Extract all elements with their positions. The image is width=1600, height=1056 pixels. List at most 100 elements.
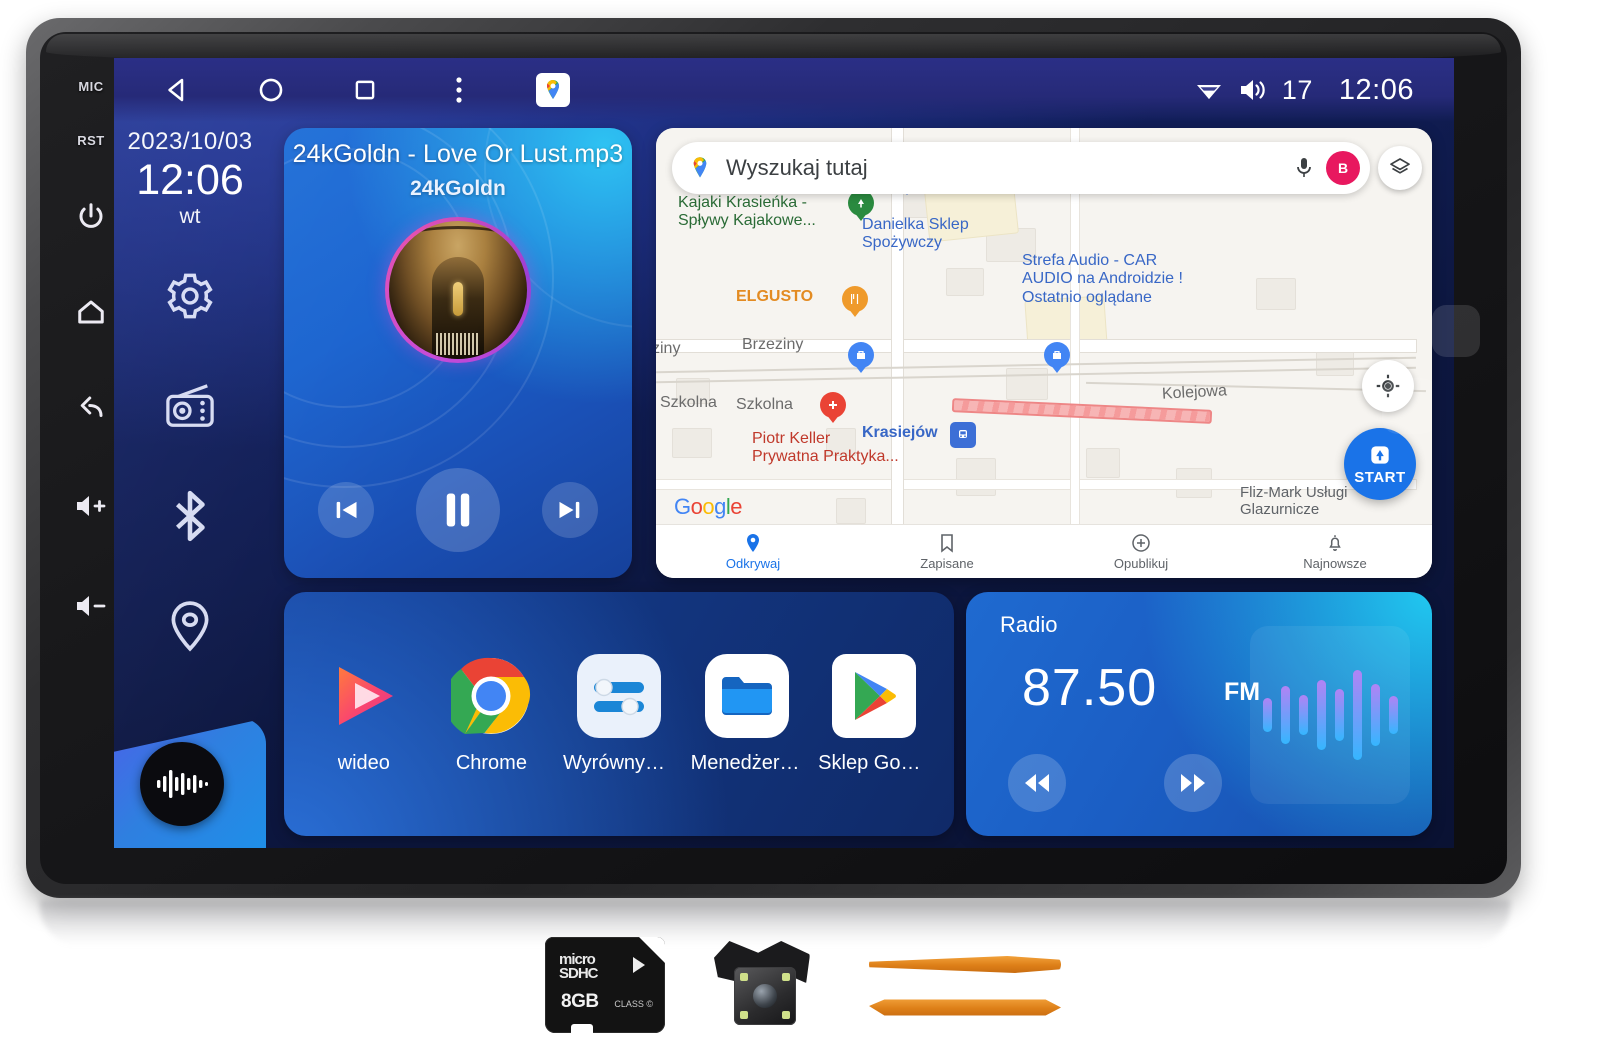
dock-clock-widget[interactable]: 2023/10/03 12:06 wt	[114, 128, 266, 229]
android-nav-keys	[114, 71, 572, 109]
radio-seek-down-button[interactable]	[1008, 754, 1066, 812]
pry-tool-hooked	[869, 956, 1061, 973]
map-pin-piotr-keller[interactable]	[820, 392, 846, 426]
map-nav-zapisane[interactable]: Zapisane	[850, 533, 1044, 571]
sidebar-item-radio[interactable]	[161, 377, 219, 435]
app-label: wideo	[337, 751, 390, 774]
app-shortcut-wyrownywanie[interactable]: Wyrównywa...	[563, 653, 675, 775]
equalizer-waveform-icon	[157, 770, 208, 798]
sidebar-item-navigation[interactable]	[161, 597, 219, 655]
restaurant-icon	[851, 294, 859, 304]
map-label-danielka: Danielka Sklep Spożywczy	[862, 216, 969, 252]
equalizer-button[interactable]	[140, 742, 224, 826]
app-shortcut-chrome[interactable]: Chrome	[435, 654, 547, 775]
radio-visualizer	[1250, 626, 1410, 804]
google-maps-pin-icon	[693, 157, 707, 178]
dock-date: 2023/10/03	[127, 128, 253, 155]
map-nav-label: Odkrywaj	[725, 555, 781, 571]
music-track-title: 24kGoldn - Love Or Lust.mp3	[292, 140, 624, 168]
album-art	[389, 221, 527, 359]
map-nav-najnowsze[interactable]: Najnowsze	[1238, 533, 1432, 571]
volume-up-button[interactable]	[60, 456, 122, 556]
accessory-pry-tools	[865, 942, 1065, 1028]
circle-icon	[259, 78, 283, 102]
sidebar-item-settings[interactable]	[161, 267, 219, 325]
android-home-button[interactable]	[252, 71, 290, 109]
reset-label: RST	[77, 132, 105, 148]
store-icon	[1053, 351, 1061, 359]
map-start-navigation-button[interactable]: START	[1344, 428, 1416, 500]
dock-icon-list	[161, 267, 219, 655]
equalizer-sliders-icon	[576, 653, 661, 738]
home-icon	[78, 300, 104, 324]
medical-icon	[829, 401, 837, 409]
radio-title: Radio	[1000, 612, 1058, 637]
status-bar-clock: 12:06	[1338, 73, 1414, 106]
maps-shortcut-button[interactable]	[534, 71, 572, 109]
app-label: Menedżer P...	[690, 751, 803, 774]
android-status-bar: 17 12:06	[114, 58, 1454, 122]
android-recents-button[interactable]	[346, 71, 384, 109]
google-maps-widget[interactable]: Kajaki Krasieńka - Spływy Kajakowe... Da…	[656, 128, 1432, 578]
head-unit-screen: 17 12:06 2023/10/03 12:06 wt 24kGoldn - …	[114, 58, 1454, 848]
map-nav-odkrywaj[interactable]: Odkrywaj	[656, 533, 850, 571]
radio-widget[interactable]: Radio 87.50 FM	[966, 592, 1432, 836]
app-label: Sklep Googl...	[818, 751, 930, 774]
map-search-bar[interactable]: Wyszukaj tutaj B	[672, 142, 1370, 194]
square-icon	[355, 80, 375, 100]
chrome-icon	[451, 657, 531, 734]
app-shortcut-wideo[interactable]: wideo	[308, 654, 420, 775]
train-icon	[959, 430, 967, 438]
map-nav-opublikuj[interactable]: Opublikuj	[1044, 533, 1238, 571]
screen-right-knob-hint	[1382, 378, 1432, 434]
previous-track-button[interactable]	[318, 482, 374, 538]
android-back-button[interactable]	[158, 71, 196, 109]
map-pin-store-a[interactable]	[848, 342, 874, 376]
map-street-szkolna-2: Szkolna	[736, 396, 793, 413]
next-track-button[interactable]	[542, 482, 598, 538]
app-icon-wrapper	[576, 653, 661, 738]
three-dots-icon	[456, 77, 462, 103]
map-nav-label: Zapisane	[920, 555, 974, 571]
map-label-flizmark: Fliz-Mark Usługi Glazurnicze	[1240, 484, 1348, 518]
radio-seek-up-button[interactable]	[1164, 754, 1222, 812]
app-shortcut-sklep-google[interactable]: Sklep Googl...	[818, 653, 930, 775]
music-player-widget[interactable]: 24kGoldn - Love Or Lust.mp3 24kGoldn	[284, 128, 632, 578]
video-play-icon	[338, 666, 393, 725]
rewind-icon	[1025, 774, 1049, 792]
back-button[interactable]	[60, 360, 122, 456]
map-account-avatar[interactable]: B	[1326, 151, 1360, 185]
volume-down-button[interactable]	[60, 556, 122, 656]
app-icon-wrapper	[449, 654, 533, 738]
app-shortcut-menedzer-plikow[interactable]: Menedżer P...	[690, 653, 803, 775]
power-button[interactable]	[60, 168, 122, 264]
map-pin-elgusto[interactable]	[842, 286, 868, 320]
google-play-icon	[832, 653, 917, 738]
wifi-icon	[1196, 85, 1221, 99]
home-button[interactable]	[60, 264, 122, 360]
map-start-label: START	[1354, 469, 1406, 486]
home-screen-content: 24kGoldn - Love Or Lust.mp3 24kGoldn Kaj…	[266, 122, 1454, 848]
play-pause-button[interactable]	[416, 468, 500, 552]
music-artist: 24kGoldn	[410, 177, 506, 200]
status-bar-indicators: 17 12:06	[1194, 74, 1454, 107]
microphone-icon[interactable]	[1294, 156, 1314, 180]
sd-capacity-label: 8GB	[561, 991, 599, 1012]
map-layers-button[interactable]	[1378, 146, 1422, 190]
location-pin-icon	[171, 601, 209, 652]
sidebar-item-bluetooth[interactable]	[161, 487, 219, 545]
pin-icon	[747, 533, 759, 552]
map-street-brzeziny: Brzeziny	[742, 336, 804, 353]
map-nav-label: Najnowsze	[1303, 555, 1367, 571]
map-pin-strefa-audio[interactable]	[1044, 342, 1070, 376]
bell-icon	[1329, 534, 1341, 551]
included-accessories: micro SDHC 8GB CLASS ©	[545, 930, 1065, 1040]
music-transport-controls	[284, 468, 632, 552]
bezel-right-control[interactable]	[1432, 305, 1480, 357]
map-label-strefa-audio: Strefa Audio - CAR AUDIO na Androidzie !…	[1022, 252, 1183, 306]
map-label-krasiejow: Krasiejów	[862, 424, 938, 441]
map-nav-label: Opublikuj	[1113, 555, 1169, 571]
android-overflow-button[interactable]	[440, 71, 478, 109]
map-marker-krasiejow-station[interactable]	[950, 422, 976, 448]
app-icon-wrapper	[832, 653, 917, 738]
